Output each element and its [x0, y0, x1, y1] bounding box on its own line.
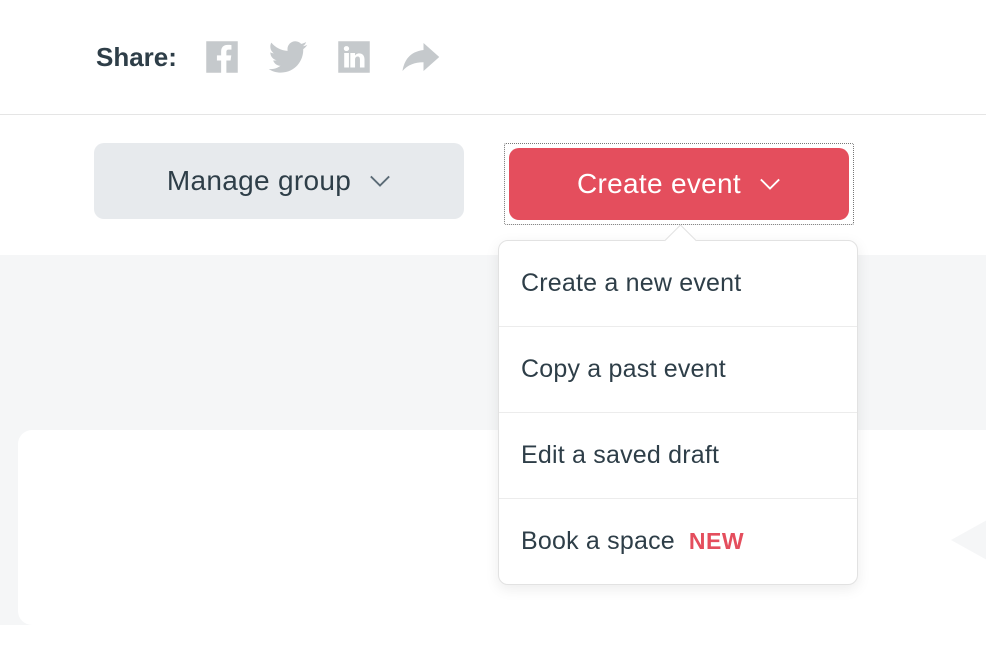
- card-notch: [951, 520, 986, 560]
- create-event-label: Create event: [577, 168, 741, 200]
- create-event-dropdown: Create a new event Copy a past event Edi…: [498, 240, 858, 585]
- share-icons: [201, 36, 441, 78]
- chevron-down-icon: [759, 177, 781, 191]
- share-arrow-icon[interactable]: [399, 36, 441, 78]
- new-badge: NEW: [689, 528, 744, 555]
- manage-group-button[interactable]: Manage group: [94, 143, 464, 219]
- dropdown-item-book-space[interactable]: Book a space NEW: [499, 499, 857, 584]
- facebook-icon[interactable]: [201, 36, 243, 78]
- dropdown-item-label: Book a space: [521, 527, 675, 556]
- dropdown-item-edit-draft[interactable]: Edit a saved draft: [499, 413, 857, 499]
- create-event-focus-ring: Create event: [504, 143, 854, 225]
- dropdown-item-label: Create a new event: [521, 269, 741, 298]
- dropdown-item-copy-past[interactable]: Copy a past event: [499, 327, 857, 413]
- linkedin-icon[interactable]: [333, 36, 375, 78]
- dropdown-item-label: Edit a saved draft: [521, 441, 719, 470]
- dropdown-item-create-new[interactable]: Create a new event: [499, 241, 857, 327]
- chevron-down-icon: [369, 174, 391, 188]
- create-event-button[interactable]: Create event: [509, 148, 849, 220]
- twitter-icon[interactable]: [267, 36, 309, 78]
- share-label: Share:: [96, 42, 177, 73]
- button-row: Manage group Create event: [0, 115, 986, 225]
- share-row: Share:: [0, 0, 986, 115]
- dropdown-item-label: Copy a past event: [521, 355, 726, 384]
- manage-group-label: Manage group: [167, 165, 351, 197]
